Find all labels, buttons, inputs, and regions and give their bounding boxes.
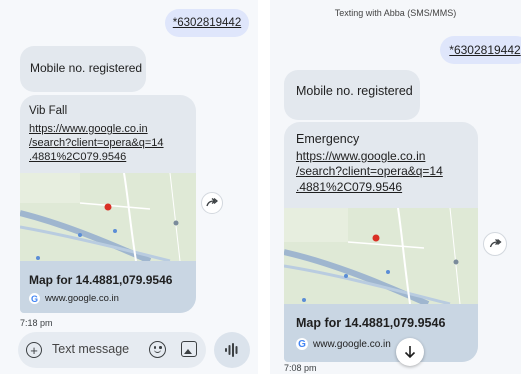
source-domain: www.google.co.in <box>45 293 119 304</box>
forward-share-button[interactable] <box>201 192 223 214</box>
card-title: Vib Fall <box>29 105 68 117</box>
outgoing-message-bubble[interactable]: *6302819442 <box>165 9 249 37</box>
outgoing-message-bubble[interactable]: *6302819442 <box>440 36 521 64</box>
voice-waveform-icon <box>225 343 238 357</box>
conversation-header-title: Texting with Abba (SMS/MMS) <box>334 8 457 18</box>
forward-share-icon <box>206 198 218 207</box>
outgoing-phone-number[interactable]: *6302819442 <box>173 17 241 29</box>
plus-icon[interactable]: + <box>26 342 42 358</box>
link-line: .4881%2C079.9546 <box>29 151 127 164</box>
forward-share-icon <box>489 239 502 248</box>
right-conversation-screen: Texting with Abba (SMS/MMS) *6302819442 … <box>270 0 521 374</box>
map-preview[interactable] <box>284 208 478 304</box>
source-row: G www.google.co.in <box>29 293 119 304</box>
source-domain: www.google.co.in <box>313 338 391 350</box>
source-row: G www.google.co.in <box>296 338 391 350</box>
compose-bar[interactable]: + Text message <box>18 332 206 368</box>
left-conversation-screen: *6302819442 Mobile no. registered Vib Fa… <box>0 0 258 374</box>
map-preview[interactable] <box>20 173 196 261</box>
location-link-card[interactable]: Emergency https://www.google.co.in /sear… <box>284 122 478 362</box>
scroll-to-bottom-button[interactable] <box>396 338 424 366</box>
link-line: https://www.google.co.in <box>29 123 148 135</box>
location-link[interactable]: https://www.google.co.in /search?client=… <box>296 149 443 195</box>
message-text: Mobile no. registered <box>296 84 413 98</box>
location-link-card[interactable]: Vib Fall https://www.google.co.in /searc… <box>20 95 196 313</box>
voice-message-button[interactable] <box>214 332 250 368</box>
google-g-icon: G <box>296 338 308 350</box>
map-caption[interactable]: Map for 14.4881,079.9546 G www.google.co… <box>284 304 478 362</box>
map-pin <box>104 203 112 211</box>
map-title: Map for 14.4881,079.9546 <box>29 273 173 287</box>
map-image <box>284 208 478 304</box>
message-timestamp: 7:08 pm <box>284 363 317 373</box>
text-message-input[interactable]: Text message <box>52 342 129 356</box>
link-line: .4881%2C079.9546 <box>296 179 403 194</box>
arrow-down-icon <box>404 346 416 359</box>
map-image <box>20 173 196 261</box>
message-text: Mobile no. registered <box>30 61 143 75</box>
link-line: /search?client=opera&q=14 <box>29 137 164 150</box>
map-title: Map for 14.4881,079.9546 <box>296 316 446 330</box>
message-timestamp: 7:18 pm <box>20 318 53 328</box>
outgoing-phone-number[interactable]: *6302819442 <box>449 43 520 57</box>
card-title: Emergency <box>296 132 360 146</box>
link-line: https://www.google.co.in <box>296 149 426 163</box>
incoming-message-bubble[interactable]: Mobile no. registered <box>20 46 146 92</box>
map-pin <box>372 234 380 242</box>
forward-share-button[interactable] <box>483 232 507 256</box>
google-g-icon: G <box>29 293 40 304</box>
link-line: /search?client=opera&q=14 <box>296 164 443 179</box>
map-caption[interactable]: Map for 14.4881,079.9546 G www.google.co… <box>20 261 196 313</box>
gallery-icon[interactable] <box>181 341 197 357</box>
emoji-icon[interactable] <box>149 341 166 358</box>
location-link[interactable]: https://www.google.co.in /search?client=… <box>29 122 164 164</box>
incoming-message-bubble[interactable]: Mobile no. registered <box>284 70 420 120</box>
